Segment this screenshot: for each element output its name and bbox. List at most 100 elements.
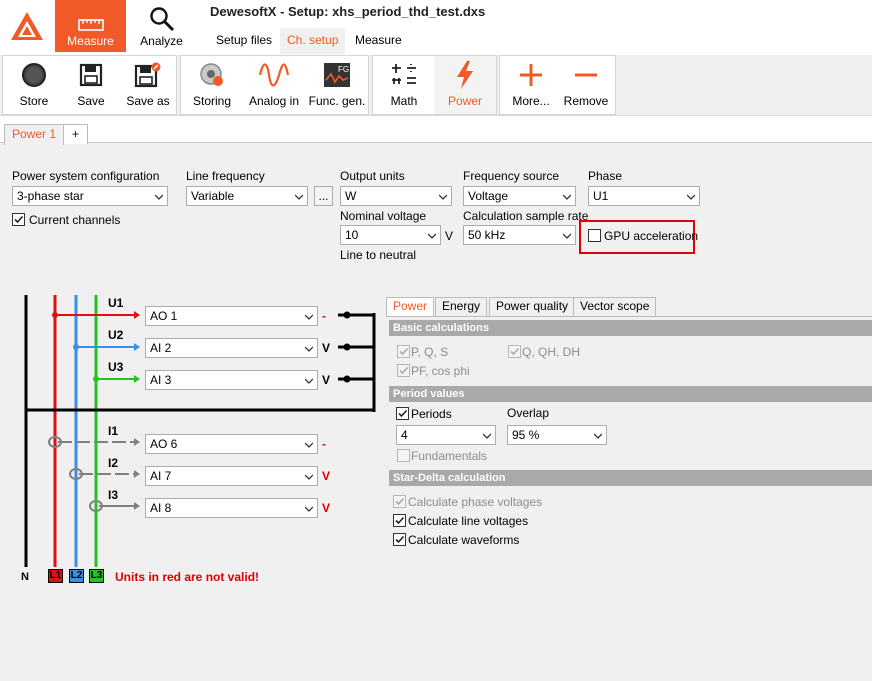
chevron-down-icon [155,194,163,200]
sample-rate-label: Calculation sample rate [463,209,589,223]
u1-channel-select[interactable]: AO 1 [145,306,318,326]
line-frequency-more-button[interactable]: ... [314,186,333,206]
save-button[interactable]: Save [60,56,122,114]
chevron-down-icon [305,474,313,480]
legend-l1: L1 [48,569,63,583]
mode-measure-button[interactable]: Measure [55,0,126,52]
tab-ch-setup[interactable]: Ch. setup [280,28,346,54]
store-button[interactable]: Store [3,56,65,114]
basic-calculations-header: Basic calculations [389,320,872,336]
magnifier-icon [149,7,174,32]
storing-button[interactable]: Storing [181,56,243,114]
power-system-label: Power system configuration [12,169,160,183]
i3-unit: V [322,501,331,515]
phase-voltages-checkbox[interactable] [393,495,406,508]
chevron-down-icon [305,314,313,320]
i3-channel-value: AI 8 [150,501,172,515]
pqs-checkbox[interactable] [397,345,410,358]
nominal-voltage-combo[interactable]: 10 [340,225,441,245]
i2-label: I2 [108,456,119,470]
phase-label: Phase [588,169,623,183]
func-gen-button[interactable]: FG Func. gen. [306,56,368,114]
u3-unit: V [322,373,331,387]
chevron-down-icon [305,506,313,512]
chevron-down-icon [483,433,491,439]
pf-cosphi-checkbox[interactable] [397,364,410,377]
panel-divider [386,316,872,317]
nominal-voltage-value: 10 [345,228,359,242]
check-icon [399,366,409,375]
i3-label: I3 [108,488,119,502]
output-units-value: W [345,189,357,203]
q-qh-dh-label: Q, QH, DH [522,345,581,359]
math-label: Math [390,94,418,108]
q-qh-dh-checkbox[interactable] [508,345,521,358]
fundamentals-checkbox[interactable] [397,449,410,462]
gpu-acceleration-checkbox[interactable] [588,229,601,242]
current-channels-checkbox[interactable] [12,213,25,226]
store-label: Store [19,94,49,108]
ruler-icon [77,19,104,31]
power-system-select[interactable]: 3-phase star [12,186,168,206]
overlap-value: 95 % [512,428,540,442]
invalid-units-warning: Units in red are not valid! [115,570,260,584]
func-gen-label: Func. gen. [308,94,366,108]
periods-select[interactable]: 4 [396,425,496,445]
storing-label: Storing [192,94,232,108]
fundamentals-label: Fundamentals [411,449,488,463]
chevron-down-icon [305,346,313,352]
overlap-select[interactable]: 95 % [507,425,607,445]
chevron-down-icon [428,233,436,239]
tab-power-quality[interactable]: Power quality [489,297,576,316]
check-icon [395,535,405,544]
waveforms-checkbox[interactable] [393,533,406,546]
tab-measure[interactable]: Measure [348,28,409,54]
math-button[interactable]: Math [373,56,435,114]
u1-unit: - [322,309,326,323]
dewesoft-logo-icon [0,0,54,52]
power-button[interactable]: Power [434,56,496,114]
analog-in-button[interactable]: Analog in [243,56,305,114]
check-icon [510,347,520,356]
power-system-value: 3-phase star [17,189,84,203]
mode-measure-label: Measure [67,34,114,48]
current-channels-label: Current channels [29,213,121,227]
periods-checkbox[interactable] [396,407,409,420]
nominal-voltage-label: Nominal voltage [340,209,427,223]
i3-channel-select[interactable]: AI 8 [145,498,318,518]
sample-rate-select[interactable]: 50 kHz [463,225,576,245]
u2-unit: V [322,341,331,355]
line-voltages-checkbox[interactable] [393,514,406,527]
line-frequency-select[interactable]: Variable [186,186,308,206]
mode-analyze-button[interactable]: Analyze [126,0,197,52]
tab-energy[interactable]: Energy [435,297,488,316]
remove-button[interactable]: Remove [555,56,617,114]
waveforms-label: Calculate waveforms [408,533,520,547]
more-label: More... [512,94,550,108]
tab-setup-files[interactable]: Setup files [209,28,279,54]
tab-power[interactable]: Power [386,297,435,317]
more-button[interactable]: More... [500,56,562,114]
analog-in-label: Analog in [248,94,300,108]
output-units-select[interactable]: W [340,186,452,206]
module-tab-bar: Power 1 + [0,116,872,145]
u3-channel-select[interactable]: AI 3 [145,370,318,390]
frequency-source-select[interactable]: Voltage [463,186,576,206]
i2-channel-select[interactable]: AI 7 [145,466,318,486]
tab-power-1[interactable]: Power 1 [4,124,65,145]
legend-l2: L2 [69,569,84,583]
phase-select[interactable]: U1 [588,186,700,206]
u1-label: U1 [108,296,124,310]
chevron-down-icon [687,194,695,200]
i1-channel-select[interactable]: AO 6 [145,434,318,454]
add-module-tab-button[interactable]: + [63,124,89,144]
floppy-edit-icon [134,62,161,88]
tab-vector-scope[interactable]: Vector scope [573,297,657,316]
u2-channel-select[interactable]: AI 2 [145,338,318,358]
check-icon [398,409,408,418]
chevron-down-icon [594,433,602,439]
math-operators-icon [392,64,416,84]
save-as-button[interactable]: Save as [117,56,179,114]
storing-icon [200,63,223,86]
period-values-header: Period values [389,386,872,402]
